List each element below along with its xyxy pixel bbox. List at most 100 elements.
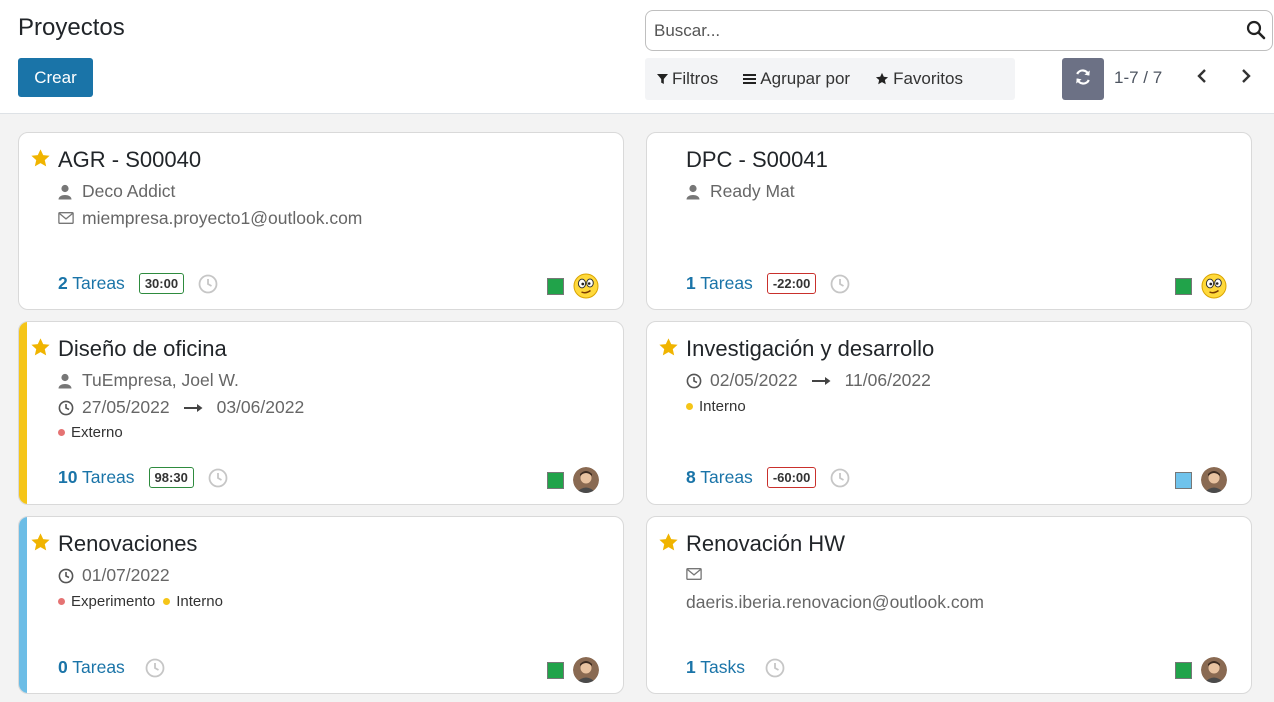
group-by-toggle[interactable]: Agrupar por [743,69,850,89]
favorite-star-icon[interactable] [30,337,51,358]
tag-list: Experimento Interno [58,593,231,610]
user-avatar[interactable] [573,657,599,683]
status-indicator[interactable] [547,471,564,489]
tasks-label: Tasks [700,657,746,677]
customer-name: TuEmpresa, Joel W. [82,370,239,390]
activity-clock-icon[interactable] [145,658,165,678]
status-indicator[interactable] [1175,661,1192,679]
pager-next-button[interactable] [1234,66,1258,90]
date-start: 02/05/2022 [710,370,798,390]
date-start: 27/05/2022 [82,397,170,417]
card-footer: 8 Tareas -60:00 [686,467,850,488]
group-by-label: Agrupar por [760,69,851,88]
tag-color-dot [686,403,693,410]
filters-toggle[interactable]: Filtros [657,69,718,89]
tasks-link[interactable]: 0 Tareas [58,657,125,678]
activity-clock-icon[interactable] [830,274,850,294]
date-range: 27/05/2022 03/06/2022 [58,397,304,418]
reload-button[interactable] [1062,58,1104,100]
remaining-time-badge: 30:00 [138,273,185,294]
filters-label: Filtros [672,69,719,88]
card-footer: 2 Tareas 30:00 [58,273,218,294]
remaining-time-badge: -22:00 [766,273,817,294]
bars-icon [743,73,757,85]
kanban-card[interactable]: Renovaciones 01/07/2022 Experimento Inte… [18,516,624,694]
project-title: Renovación HW [686,531,845,556]
email-line: miempresa.proyecto1@outlook.com [58,208,362,229]
tasks-label: Tareas [72,273,125,293]
favorite-star-icon[interactable] [30,532,51,553]
favorite-star-icon[interactable] [658,532,679,553]
search-input[interactable] [654,20,1224,42]
tasks-link[interactable]: 1 Tasks [686,657,745,678]
card-footer: 0 Tareas [58,657,165,678]
create-button[interactable]: Crear [18,58,93,97]
tag-color-dot [163,598,171,605]
clock-icon [58,568,74,584]
tasks-link[interactable]: 8 Tareas [686,467,753,488]
color-stripe [19,322,27,504]
date-end: 03/06/2022 [216,397,305,417]
favorite-star-icon[interactable] [30,148,51,169]
search-bar[interactable] [645,10,1273,51]
remaining-time-badge: 98:30 [148,467,194,488]
favorites-toggle[interactable]: Favoritos [875,69,963,89]
user-avatar[interactable] [1201,467,1227,493]
chevron-left-icon [1196,68,1208,89]
filter-icon [657,73,668,85]
control-panel: Proyectos Crear Filtros Agrupar por Favo… [0,0,1274,114]
arrow-right-icon [811,376,831,386]
user-avatar[interactable] [573,273,599,299]
tag: Interno [686,398,746,415]
status-indicator[interactable] [1175,471,1192,489]
card-status-area [547,273,599,299]
card-status-area [547,657,599,683]
favorites-label: Favoritos [893,69,963,88]
date-range: 02/05/2022 11/06/2022 [686,370,931,391]
date-range: 01/07/2022 [58,565,170,586]
user-avatar[interactable] [573,467,599,493]
kanban-card[interactable]: AGR - S00040 Deco Addict miempresa.proye… [18,132,624,310]
date-start: 01/07/2022 [82,565,170,585]
tasks-link[interactable]: 1 Tareas [686,273,753,294]
tasks-label: Tareas [82,467,135,487]
kanban-card[interactable]: Renovación HW daeris.iberia.renovacion@o… [646,516,1252,694]
status-indicator[interactable] [547,661,564,679]
kanban-card[interactable]: Diseño de oficina TuEmpresa, Joel W. 27/… [18,321,624,505]
tag-label: Externo [71,424,123,441]
activity-clock-icon[interactable] [830,468,850,488]
chevron-right-icon [1240,68,1252,89]
user-avatar[interactable] [1201,657,1227,683]
search-icon[interactable] [1246,20,1266,40]
tasks-count: 8 [686,467,696,487]
email-icon-line [686,567,710,583]
activity-clock-icon[interactable] [198,274,218,294]
envelope-icon [58,211,74,227]
tag-label: Interno [699,398,746,415]
status-indicator[interactable] [1175,277,1192,295]
project-title: AGR - S00040 [58,147,202,172]
tasks-link[interactable]: 2 Tareas [58,273,125,294]
status-indicator[interactable] [547,277,564,295]
activity-clock-icon[interactable] [208,468,228,488]
page-title: Proyectos [18,14,125,41]
user-avatar[interactable] [1201,273,1227,299]
date-end: 11/06/2022 [844,370,931,390]
tasks-count: 1 [686,657,696,677]
pager-previous-button[interactable] [1190,66,1214,90]
user-icon [686,184,702,200]
card-status-area [1175,467,1227,493]
kanban-card[interactable]: DPC - S00041 Ready Mat 1 Tareas -22:00 [646,132,1252,310]
project-title: Diseño de oficina [58,336,227,361]
tag: Externo [58,424,123,441]
tag: Experimento [58,593,155,610]
tasks-link[interactable]: 10 Tareas [58,467,135,488]
kanban-card[interactable]: Investigación y desarrollo 02/05/2022 11… [646,321,1252,505]
tag-color-dot [58,598,65,605]
pager-value[interactable]: 1-7 / 7 [1114,68,1162,88]
card-status-area [1175,657,1227,683]
user-icon [58,373,74,389]
favorite-star-icon[interactable] [658,337,679,358]
activity-clock-icon[interactable] [765,658,785,678]
arrow-right-icon [183,403,203,413]
